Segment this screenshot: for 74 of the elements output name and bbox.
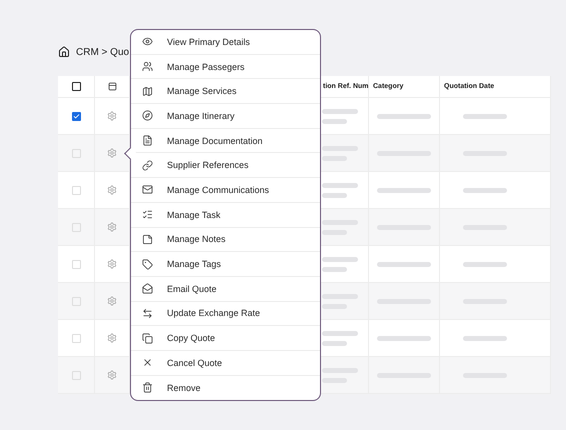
placeholder-bar: [322, 378, 347, 382]
placeholder-bar: [322, 146, 358, 150]
gear-icon[interactable]: [107, 259, 117, 269]
placeholder-bar: [377, 114, 431, 118]
trash-icon: [142, 382, 153, 394]
placeholder-bar: [322, 294, 358, 298]
envelope-icon: [142, 184, 153, 196]
placeholder-bar: [377, 336, 431, 340]
menu-item[interactable]: Manage Tags: [131, 252, 320, 277]
placeholder-bar: [322, 330, 358, 336]
placeholder-bar: [322, 182, 358, 188]
gear-icon[interactable]: [107, 185, 117, 195]
copy-icon: [142, 332, 153, 344]
people-icon: [142, 61, 153, 72]
row-checkbox[interactable]: [72, 334, 80, 342]
document-icon: [142, 135, 153, 146]
placeholder-bar: [377, 188, 431, 192]
gear-icon[interactable]: [107, 222, 117, 232]
placeholder-bar: [322, 340, 347, 346]
menu-item[interactable]: Update Exchange Rate: [131, 302, 320, 326]
row-checkbox[interactable]: [72, 370, 80, 380]
menu-item[interactable]: Manage Communications: [131, 178, 320, 203]
placeholder-bar: [322, 266, 347, 272]
menu-item[interactable]: Manage Notes: [131, 228, 320, 252]
home-icon[interactable]: [58, 46, 70, 58]
menu-item[interactable]: Manage Services: [131, 79, 320, 104]
row-checkbox[interactable]: [72, 148, 80, 158]
arrows-icon: [142, 308, 153, 319]
checklist-icon: [142, 209, 153, 220]
select-all-checkbox[interactable]: [72, 82, 80, 91]
note-icon: [142, 234, 153, 245]
menu-item[interactable]: Supplier References: [131, 153, 320, 178]
placeholder-bar: [463, 114, 507, 118]
placeholder-bar: [463, 188, 507, 192]
placeholder-bar: [322, 230, 347, 234]
menu-item[interactable]: Manage Documentation: [131, 128, 320, 154]
row-checkbox[interactable]: [72, 186, 80, 194]
row-checkbox[interactable]: [72, 296, 80, 306]
row-checkbox[interactable]: [72, 222, 80, 232]
gear-icon[interactable]: [107, 111, 117, 121]
row-checkbox[interactable]: [72, 112, 80, 120]
placeholder-bar: [322, 108, 358, 114]
tag-icon: [142, 258, 153, 270]
placeholder-bar: [463, 262, 507, 266]
eye-icon: [142, 36, 153, 48]
menu-item[interactable]: View Primary Details: [131, 30, 320, 55]
map-icon: [142, 86, 153, 97]
link-icon: [142, 160, 153, 171]
compass-icon: [142, 110, 153, 122]
layout-icon[interactable]: [108, 82, 116, 91]
gear-icon[interactable]: [107, 296, 117, 306]
breadcrumb[interactable]: CRM > Quo: [76, 46, 130, 58]
menu-item[interactable]: Remove: [131, 376, 320, 400]
menu-item[interactable]: Manage Task: [131, 202, 320, 228]
gear-icon[interactable]: [107, 333, 117, 343]
placeholder-bar: [322, 156, 347, 160]
placeholder-bar: [463, 336, 507, 340]
menu-item[interactable]: Cancel Quote: [131, 350, 320, 376]
placeholder-bar: [322, 304, 347, 308]
gear-icon[interactable]: [107, 370, 117, 380]
placeholder-bar: [322, 368, 358, 372]
menu-item[interactable]: Manage Itinerary: [131, 104, 320, 129]
row-checkbox[interactable]: [72, 260, 80, 268]
close-icon: [142, 357, 153, 368]
placeholder-bar: [322, 118, 347, 124]
placeholder-bar: [322, 220, 358, 224]
open-envelope-icon: [142, 283, 153, 294]
menu-item[interactable]: Manage Passegers: [131, 54, 320, 80]
menu-item[interactable]: Email Quote: [131, 276, 320, 302]
gear-icon[interactable]: [107, 148, 117, 158]
placeholder-bar: [322, 256, 358, 262]
menu-item[interactable]: Copy Quote: [131, 326, 320, 351]
placeholder-bar: [377, 262, 431, 266]
placeholder-bar: [322, 192, 347, 198]
